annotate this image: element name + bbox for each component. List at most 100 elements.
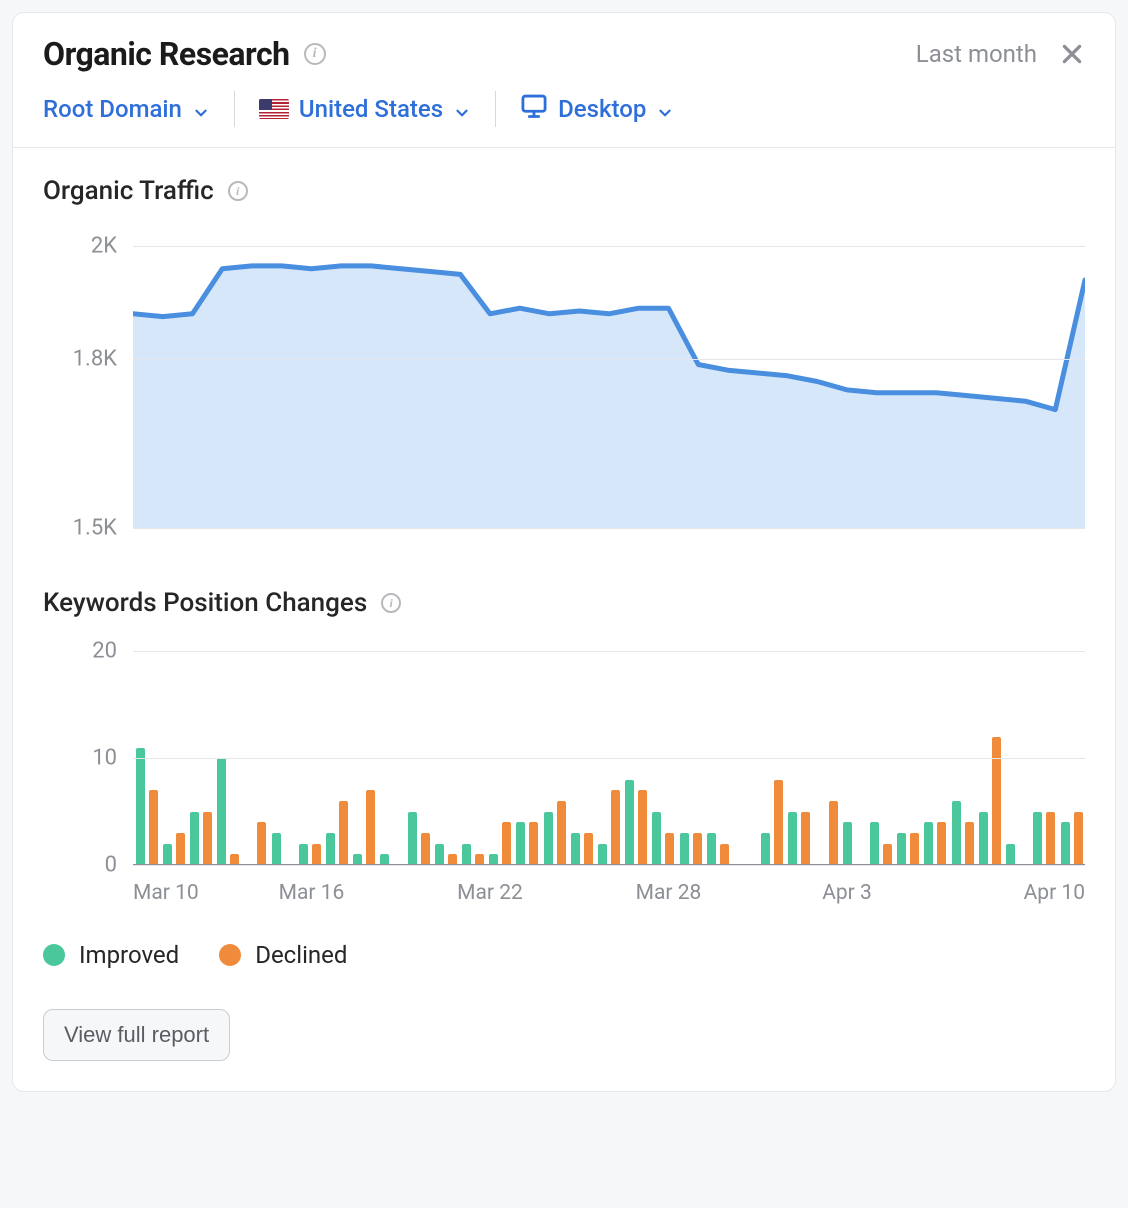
bar-group bbox=[568, 630, 595, 865]
bar-group bbox=[432, 630, 459, 865]
filter-bar: Root Domain United States Desktop bbox=[43, 91, 1085, 147]
bar-declined bbox=[421, 833, 430, 865]
y-tick-label: 0 bbox=[105, 853, 117, 878]
x-tick-label: Apr 3 bbox=[822, 881, 872, 905]
keywords-chart: Mar 10Mar 16Mar 22Mar 28Apr 3Apr 10 2010… bbox=[133, 630, 1085, 905]
bar-group bbox=[976, 630, 1003, 865]
bar-declined bbox=[720, 844, 729, 865]
keywords-section: Keywords Position Changes i Mar 10 Mar 16… bbox=[43, 588, 1085, 969]
bar-declined bbox=[774, 780, 783, 865]
grid-line bbox=[133, 758, 1085, 759]
bar-declined bbox=[965, 822, 974, 865]
bar-declined bbox=[883, 844, 892, 865]
bar-improved bbox=[707, 833, 716, 865]
info-icon[interactable]: i bbox=[228, 181, 248, 201]
bar-group bbox=[242, 630, 269, 865]
bar-group bbox=[867, 630, 894, 865]
bar-group bbox=[623, 630, 650, 865]
bar-declined bbox=[257, 822, 266, 865]
filter-divider bbox=[495, 91, 496, 127]
bar-group bbox=[296, 630, 323, 865]
bar-improved bbox=[462, 844, 471, 865]
bar-improved bbox=[897, 833, 906, 865]
bar-group bbox=[187, 630, 214, 865]
bar-improved bbox=[435, 844, 444, 865]
bar-improved bbox=[544, 812, 553, 865]
card-body: Organic Traffic i 2K1.8K1.5K Keywords Po… bbox=[13, 148, 1115, 1091]
bar-group bbox=[1004, 630, 1031, 865]
device-filter[interactable]: Desktop bbox=[520, 92, 698, 126]
bars-area bbox=[133, 630, 1085, 865]
info-icon[interactable]: i bbox=[381, 593, 401, 613]
desktop-icon bbox=[520, 92, 548, 126]
bar-declined bbox=[176, 833, 185, 865]
bar-declined bbox=[1046, 812, 1055, 865]
card-header: Organic Research i Last month Root Domai… bbox=[13, 13, 1115, 148]
bar-improved bbox=[843, 822, 852, 865]
bar-group bbox=[514, 630, 541, 865]
grid-line bbox=[133, 359, 1085, 360]
grid-line bbox=[133, 528, 1085, 529]
legend-improved[interactable]: Improved bbox=[43, 941, 179, 969]
device-filter-label: Desktop bbox=[558, 95, 646, 123]
chevron-down-icon bbox=[453, 100, 471, 118]
bar-group bbox=[895, 630, 922, 865]
card-title: Organic Research bbox=[43, 35, 290, 73]
y-tick-label: 2K bbox=[91, 234, 117, 259]
x-tick-label: Mar 16 bbox=[279, 881, 345, 905]
bar-group bbox=[1058, 630, 1085, 865]
bar-group bbox=[269, 630, 296, 865]
bar-improved bbox=[163, 844, 172, 865]
country-filter[interactable]: United States bbox=[259, 95, 495, 123]
legend-dot-declined bbox=[219, 944, 241, 966]
bar-group bbox=[215, 630, 242, 865]
bar-improved bbox=[1061, 822, 1070, 865]
x-tick-label: Mar 28 bbox=[636, 881, 702, 905]
bar-group bbox=[922, 630, 949, 865]
bar-group bbox=[323, 630, 350, 865]
bar-improved bbox=[571, 833, 580, 865]
bar-declined bbox=[937, 822, 946, 865]
bar-declined bbox=[638, 790, 647, 865]
traffic-chart: 2K1.8K1.5K bbox=[133, 218, 1085, 528]
bar-improved bbox=[516, 822, 525, 865]
bar-improved bbox=[217, 758, 226, 865]
bar-improved bbox=[680, 833, 689, 865]
us-flag-icon bbox=[259, 99, 289, 119]
bar-group bbox=[541, 630, 568, 865]
bar-group bbox=[405, 630, 432, 865]
bar-improved bbox=[952, 801, 961, 865]
grid-line bbox=[133, 246, 1085, 247]
header-top: Organic Research i Last month bbox=[43, 35, 1085, 73]
y-tick-label: 10 bbox=[92, 746, 117, 771]
bar-improved bbox=[408, 812, 417, 865]
bar-group bbox=[813, 630, 840, 865]
keywords-title: Keywords Position Changes bbox=[43, 588, 367, 618]
bar-improved bbox=[652, 812, 661, 865]
bar-declined bbox=[584, 833, 593, 865]
bar-improved bbox=[924, 822, 933, 865]
legend-declined-label: Declined bbox=[255, 941, 347, 969]
scope-filter[interactable]: Root Domain bbox=[43, 95, 234, 123]
bar-group bbox=[840, 630, 867, 865]
bar-declined bbox=[611, 790, 620, 865]
bar-declined bbox=[502, 822, 511, 865]
bar-declined bbox=[665, 833, 674, 865]
keywords-chart-wrap: Mar 10Mar 16Mar 22Mar 28Apr 3Apr 10 2010… bbox=[43, 630, 1085, 905]
period-label[interactable]: Last month bbox=[916, 40, 1037, 68]
chevron-down-icon bbox=[192, 100, 210, 118]
close-icon[interactable] bbox=[1059, 41, 1085, 67]
bar-declined bbox=[557, 801, 566, 865]
y-tick-label: 20 bbox=[92, 639, 117, 664]
x-tick-label: Mar 10 bbox=[133, 881, 199, 905]
bar-group bbox=[378, 630, 405, 865]
bar-declined bbox=[366, 790, 375, 865]
bar-improved bbox=[190, 812, 199, 865]
bar-improved bbox=[272, 833, 281, 865]
legend-declined[interactable]: Declined bbox=[219, 941, 347, 969]
view-full-report-button[interactable]: View full report bbox=[43, 1009, 230, 1061]
info-icon[interactable]: i bbox=[304, 43, 326, 65]
chevron-down-icon bbox=[656, 100, 674, 118]
traffic-title: Organic Traffic bbox=[43, 176, 214, 206]
bar-group bbox=[731, 630, 758, 865]
